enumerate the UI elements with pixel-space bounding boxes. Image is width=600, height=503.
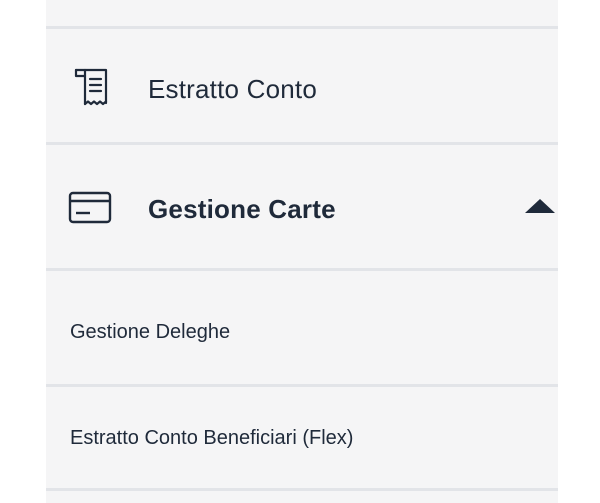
menu-divider (46, 142, 558, 145)
credit-card-icon (68, 191, 112, 224)
caret-up-icon[interactable] (525, 199, 555, 213)
menu-divider (46, 384, 558, 387)
menu-divider (46, 268, 558, 271)
menu-item-gestione-carte[interactable]: Gestione Carte (46, 146, 558, 268)
menu-item-estratto-conto[interactable]: Estratto Conto (46, 30, 558, 143)
side-menu: Estratto Conto Gestione Carte Gestione D… (46, 0, 558, 503)
menu-divider (46, 26, 558, 29)
menu-item-label: Estratto Conto (148, 74, 317, 104)
menu-divider (46, 488, 558, 491)
menu-item-label: Gestione Carte (148, 194, 336, 224)
submenu-item-label: Gestione Deleghe (70, 321, 231, 343)
submenu-item-label: Estratto Conto Beneficiari (Flex) (70, 427, 354, 449)
submenu-item-gestione-deleghe[interactable]: Gestione Deleghe (46, 272, 558, 385)
document-icon (74, 68, 108, 106)
submenu-item-estratto-conto-beneficiari[interactable]: Estratto Conto Beneficiari (Flex) (46, 389, 558, 489)
